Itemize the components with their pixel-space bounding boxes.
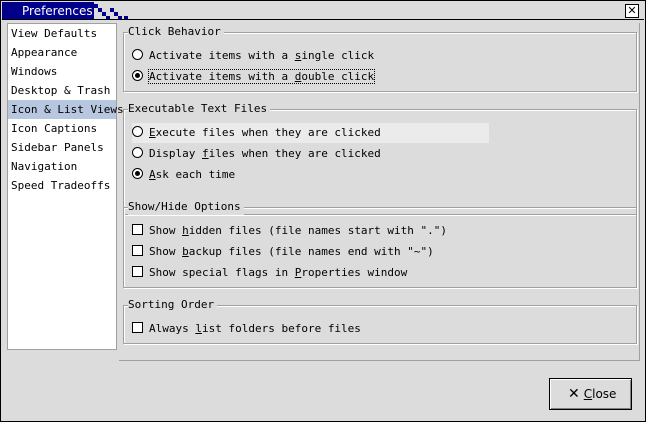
sorting-order-group: Sorting Order Always list folders before…: [123, 297, 637, 344]
sidebar-item-windows[interactable]: Windows: [8, 62, 116, 81]
group-title: Sorting Order: [128, 297, 218, 313]
option-label: Ask each time: [149, 168, 236, 181]
sidebar-item-speed-tradeoffs[interactable]: Speed Tradeoffs: [8, 176, 116, 195]
sidebar-item-navigation[interactable]: Navigation: [8, 157, 116, 176]
option-label: Show hidden files (file names start with…: [149, 224, 448, 237]
preferences-panel: Click Behavior Activate items with a sin…: [119, 23, 640, 361]
single-click-radio[interactable]: Activate items with a single click: [132, 46, 374, 66]
sidebar-item-view-defaults[interactable]: View Defaults: [8, 24, 116, 43]
option-label: Activate items with a single click: [149, 49, 375, 62]
sidebar-item-desktop-trash[interactable]: Desktop & Trash: [8, 81, 116, 100]
show-special-flags-checkbox[interactable]: Show special flags in Properties window: [132, 263, 407, 283]
double-click-radio[interactable]: Activate items with a double click: [132, 67, 376, 87]
checkbox-indicator[interactable]: [132, 245, 143, 256]
radio-indicator[interactable]: [132, 126, 143, 137]
group-title: Click Behavior: [128, 24, 224, 40]
close-button-label: Close: [583, 387, 617, 401]
option-label: Execute files when they are clicked: [149, 126, 381, 139]
window-close-icon[interactable]: ✕: [625, 4, 639, 18]
checkbox-indicator[interactable]: [132, 322, 143, 333]
group-title: Executable Text Files: [128, 101, 271, 117]
checkbox-indicator[interactable]: [132, 224, 143, 235]
group-title: Show/Hide Options: [128, 199, 244, 215]
ask-each-time-radio[interactable]: Ask each time: [132, 165, 235, 185]
preferences-window: Preferences ✕ View Defaults Appearance W…: [0, 0, 646, 422]
sidebar-item-appearance[interactable]: Appearance: [8, 43, 116, 62]
option-label: Show special flags in Properties window: [149, 266, 408, 279]
sidebar-item-icon-list-views[interactable]: Icon & List Views: [8, 100, 124, 119]
close-icon: ✕: [568, 386, 580, 402]
radio-indicator[interactable]: [132, 70, 143, 81]
execute-files-radio[interactable]: Execute files when they are clicked: [132, 123, 489, 143]
radio-indicator[interactable]: [132, 147, 143, 158]
option-label: Show backup files (file names end with "…: [149, 245, 434, 258]
click-behavior-group: Click Behavior Activate items with a sin…: [123, 24, 637, 92]
window-title: Preferences: [2, 2, 94, 20]
show-hide-options-group: Show/Hide Options Show hidden files (fil…: [123, 199, 637, 288]
option-label: Activate items with a double click: [147, 69, 376, 84]
title-bar[interactable]: Preferences ✕: [2, 2, 644, 20]
display-files-radio[interactable]: Display files when they are clicked: [132, 144, 381, 164]
radio-indicator[interactable]: [132, 49, 143, 60]
show-hidden-files-checkbox[interactable]: Show hidden files (file names start with…: [132, 221, 447, 241]
title-decoration: [94, 2, 134, 20]
category-list: View Defaults Appearance Windows Desktop…: [7, 23, 124, 350]
close-button[interactable]: ✕ Close: [549, 378, 632, 410]
checkbox-indicator[interactable]: [132, 266, 143, 277]
folders-first-checkbox[interactable]: Always list folders before files: [132, 319, 361, 339]
option-label: Display files when they are clicked: [149, 147, 381, 160]
title-divider: [2, 19, 644, 20]
option-label: Always list folders before files: [149, 322, 361, 335]
sidebar-item-sidebar-panels[interactable]: Sidebar Panels: [8, 138, 116, 157]
show-backup-files-checkbox[interactable]: Show backup files (file names end with "…: [132, 242, 434, 262]
sidebar-item-icon-captions[interactable]: Icon Captions: [8, 119, 116, 138]
radio-indicator[interactable]: [132, 168, 143, 179]
